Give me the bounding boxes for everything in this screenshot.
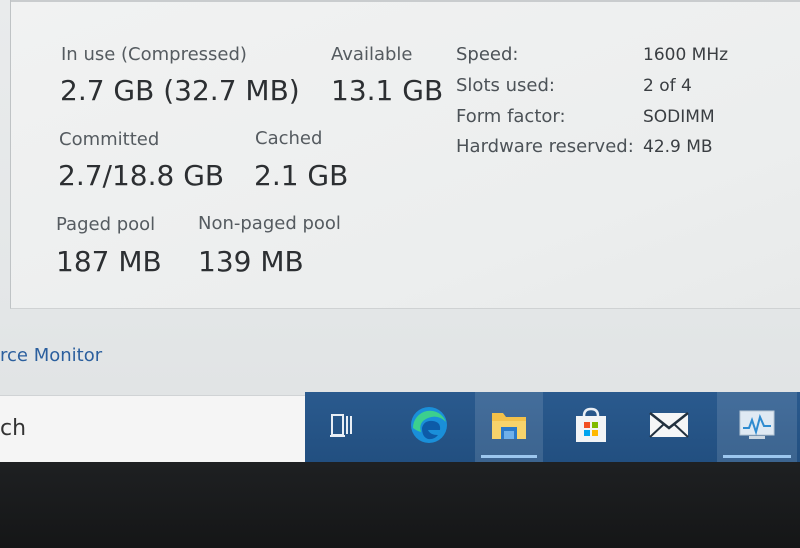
committed-value: 2.7/18.8 GB [58,159,225,192]
mail-icon [648,410,690,444]
form-factor-value: SODIMM [643,107,715,127]
active-app-indicator [723,455,791,458]
store-icon [573,406,609,448]
paged-pool-value: 187 MB [56,245,162,278]
available-label: Available [331,44,413,65]
cached-label: Cached [255,128,323,149]
mail-button[interactable] [635,392,703,462]
screen: In use (Compressed) 2.7 GB (32.7 MB) Ava… [0,0,800,462]
slots-used-value: 2 of 4 [643,76,692,96]
task-manager-icon [737,408,777,446]
taskbar [305,392,800,462]
speed-label: Speed: [456,44,519,65]
store-button[interactable] [557,392,625,462]
memory-performance-panel: In use (Compressed) 2.7 GB (32.7 MB) Ava… [10,0,800,309]
paged-pool-label: Paged pool [56,214,156,235]
cached-value: 2.1 GB [254,159,349,192]
open-resource-monitor-link[interactable]: rce Monitor [0,345,102,366]
edge-button[interactable] [395,392,463,462]
available-value: 13.1 GB [331,74,444,107]
form-factor-label: Form factor: [456,106,566,127]
speed-value: 1600 MHz [643,45,729,65]
task-manager-button[interactable] [717,392,797,462]
file-explorer-button[interactable] [475,392,543,462]
hardware-reserved-label: Hardware reserved: [456,136,634,157]
search-box-text: ch [0,416,27,441]
task-view-icon [329,412,357,442]
search-box[interactable]: ch [0,395,305,462]
active-app-indicator [481,455,537,458]
non-paged-pool-label: Non-paged pool [198,213,341,234]
slots-used-label: Slots used: [456,75,555,96]
in-use-label: In use (Compressed) [61,44,247,65]
task-view-button[interactable] [309,392,377,462]
file-explorer-icon [489,407,529,447]
monitor-bezel [0,462,800,548]
in-use-value: 2.7 GB (32.7 MB) [60,74,300,107]
non-paged-pool-value: 139 MB [198,245,304,278]
committed-label: Committed [59,129,160,150]
hardware-reserved-value: 42.9 MB [643,137,713,157]
edge-icon [408,404,450,450]
panel-top-border [11,0,800,2]
